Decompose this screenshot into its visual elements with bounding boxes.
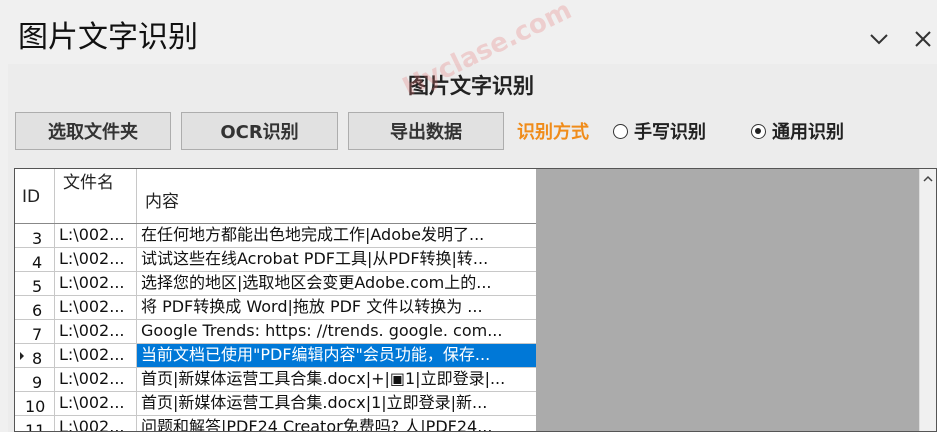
data-grid[interactable]: ID 文件名 内容 3 L:\002... 在任何地方都能出色地完成工作|Ado…	[14, 168, 937, 432]
table-row[interactable]: 11 L:\002... 问题和解答|PDF24 Creator免费吗? 人|P…	[15, 416, 536, 432]
row-content: 选择您的地区|选取地区会变更Adobe.com上的...	[141, 273, 492, 292]
window-title: 图片文字识别	[18, 20, 198, 55]
row-file: L:\002...	[55, 392, 137, 415]
row-id: 4	[15, 248, 55, 271]
row-content: 试试这些在线Acrobat PDF工具|从PDF转换|转...	[141, 249, 489, 268]
handwriting-radio[interactable]: 手写识别	[613, 118, 706, 144]
row-id-value: 8	[32, 349, 43, 367]
row-file: L:\002...	[55, 272, 137, 295]
table-row[interactable]: 10 L:\002... 首页|新媒体运营工具合集.docx|1|立即登录|新.…	[15, 392, 536, 416]
row-id: 11	[15, 416, 55, 431]
row-content: 将 PDF转换成 Word|拖放 PDF 文件以转换为 ...	[141, 297, 483, 316]
row-id: 5	[15, 272, 55, 295]
row-id: 3	[15, 224, 55, 247]
chevron-down-icon	[870, 34, 888, 45]
table-row[interactable]: 3 L:\002... 在任何地方都能出色地完成工作|Adobe发明了...	[15, 224, 536, 248]
row-file: L:\002...	[55, 296, 137, 319]
table-row[interactable]: 5 L:\002... 选择您的地区|选取地区会变更Adobe.com上的...	[15, 272, 536, 296]
radio-unchecked-icon	[613, 123, 628, 139]
title-bar: 图片文字识别	[0, 0, 937, 64]
vertical-scrollbar[interactable]	[919, 169, 936, 431]
current-row-indicator-icon	[20, 352, 24, 360]
row-id: 6	[15, 296, 55, 319]
handwriting-radio-label: 手写识别	[634, 122, 706, 143]
minimize-button[interactable]	[862, 22, 896, 56]
row-content: Google Trends: https: //trends. google. …	[141, 321, 503, 340]
row-file: L:\002...	[55, 368, 137, 391]
general-radio-label: 通用识别	[772, 122, 844, 143]
table-header: ID 文件名 内容	[15, 169, 536, 224]
row-content: 首页|新媒体运营工具合集.docx|+|▣1|立即登录|...	[141, 369, 506, 388]
app-client-area: 图片文字识别 选取文件夹 OCR识别 导出数据 识别方式 手写识别 通用识别 I…	[8, 0, 937, 432]
close-icon	[915, 31, 931, 47]
close-button[interactable]	[906, 22, 937, 56]
table-row-selected[interactable]: 8 L:\002... 当前文档已使用"PDF编辑内容"会员功能，保存...	[15, 344, 536, 368]
select-folder-button[interactable]: 选取文件夹	[15, 112, 171, 150]
column-header-id[interactable]: ID	[15, 169, 55, 223]
row-content: 问题和解答|PDF24 Creator免费吗? 人|PDF24...	[141, 417, 493, 432]
row-file: L:\002...	[55, 344, 137, 367]
table-row[interactable]: 9 L:\002... 首页|新媒体运营工具合集.docx|+|▣1|立即登录|…	[15, 368, 536, 392]
column-header-file[interactable]: 文件名	[55, 169, 137, 223]
radio-checked-icon	[751, 123, 766, 139]
results-table: ID 文件名 内容 3 L:\002... 在任何地方都能出色地完成工作|Ado…	[15, 169, 536, 432]
row-content: 首页|新媒体运营工具合集.docx|1|立即登录|新...	[141, 393, 488, 412]
row-file: L:\002...	[55, 320, 137, 343]
column-header-content[interactable]: 内容	[137, 169, 536, 223]
table-row[interactable]: 6 L:\002... 将 PDF转换成 Word|拖放 PDF 文件以转换为 …	[15, 296, 536, 320]
row-id: 7	[15, 320, 55, 343]
ocr-button[interactable]: OCR识别	[181, 112, 338, 150]
general-radio[interactable]: 通用识别	[751, 118, 844, 144]
recognition-mode-label: 识别方式	[517, 122, 589, 143]
row-content: 当前文档已使用"PDF编辑内容"会员功能，保存...	[137, 344, 536, 367]
table-row[interactable]: 4 L:\002... 试试这些在线Acrobat PDF工具|从PDF转换|转…	[15, 248, 536, 272]
row-id: 10	[15, 392, 55, 415]
row-content: 在任何地方都能出色地完成工作|Adobe发明了...	[141, 225, 485, 244]
table-row[interactable]: 7 L:\002... Google Trends: https: //tren…	[15, 320, 536, 344]
chevron-up-icon[interactable]	[923, 175, 933, 182]
row-file: L:\002...	[55, 248, 137, 271]
page-title: 图片文字识别	[408, 74, 534, 98]
row-file: L:\002...	[55, 224, 137, 247]
export-data-button[interactable]: 导出数据	[348, 112, 504, 150]
row-id: 9	[15, 368, 55, 391]
row-id: 8	[15, 344, 55, 367]
row-file: L:\002...	[55, 416, 137, 431]
